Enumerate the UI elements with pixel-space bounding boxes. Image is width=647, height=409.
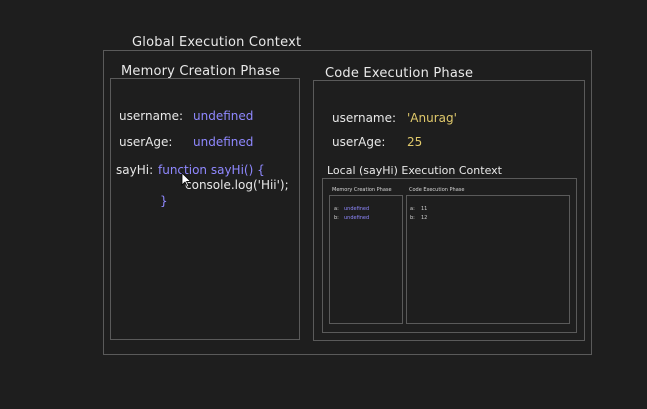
mouse-cursor-icon xyxy=(181,172,192,188)
memory-phase-title: Memory Creation Phase xyxy=(121,64,281,79)
memory-sayhi-line2: console.log('Hii'); xyxy=(185,178,289,192)
code-username-value: 'Anurag' xyxy=(407,111,457,125)
local-memory-a-key: a: xyxy=(334,206,339,212)
memory-sayhi-line1: function sayHi() { xyxy=(158,163,265,177)
memory-sayhi-line3: } xyxy=(160,194,168,208)
code-phase-title: Code Execution Phase xyxy=(325,66,474,81)
code-userage-key: userAge: xyxy=(332,135,386,149)
memory-sayhi-key: sayHi: xyxy=(116,163,154,177)
memory-userage-value: undefined xyxy=(193,135,254,149)
local-memory-b-key: b: xyxy=(334,215,339,221)
local-memory-b-value: undefined xyxy=(344,215,370,221)
local-code-b-key: b: xyxy=(410,215,415,221)
memory-username-value: undefined xyxy=(193,109,254,123)
memory-userage-key: userAge: xyxy=(119,135,173,149)
global-context-title: Global Execution Context xyxy=(132,35,302,50)
local-memory-a-value: undefined xyxy=(344,206,370,212)
memory-username-key: username: xyxy=(119,109,184,123)
local-code-phase-title: Code Execution Phase xyxy=(409,187,465,193)
code-username-key: username: xyxy=(332,111,397,125)
code-userage-value: 25 xyxy=(407,135,423,149)
local-code-a-value: 11 xyxy=(421,206,428,212)
local-code-b-value: 12 xyxy=(421,215,428,221)
local-context-title: Local (sayHi) Execution Context xyxy=(327,164,502,177)
local-code-phase-box xyxy=(406,195,570,324)
local-memory-phase-title: Memory Creation Phase xyxy=(332,187,392,193)
local-code-a-key: a: xyxy=(410,206,415,212)
